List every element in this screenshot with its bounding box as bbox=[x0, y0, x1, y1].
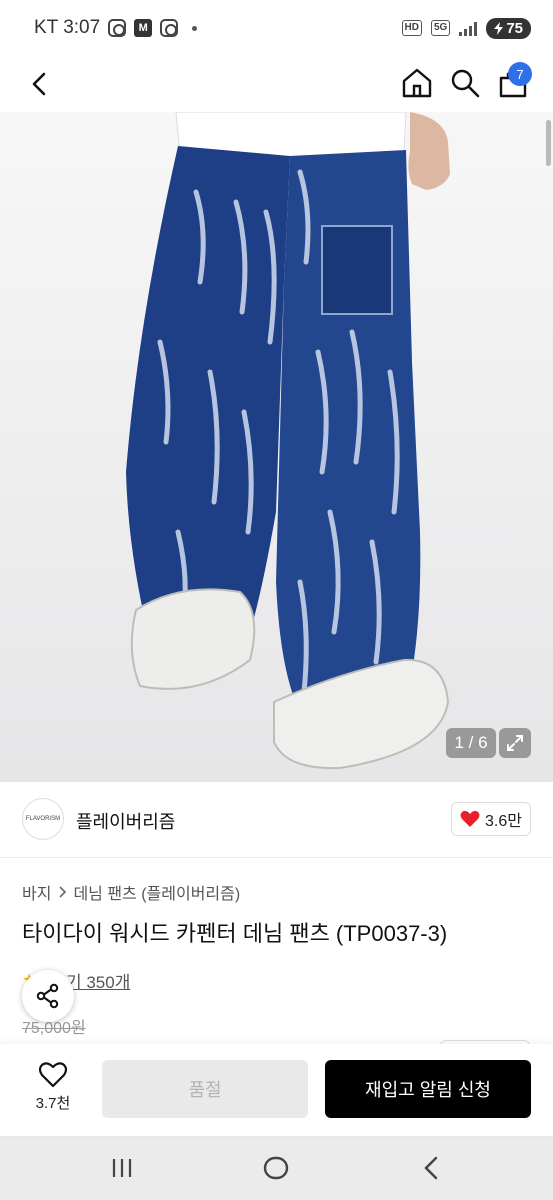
expand-button[interactable] bbox=[499, 728, 531, 758]
carrier-time: KT 3:07 bbox=[34, 17, 101, 38]
brand-row[interactable]: FLAVORISM 플레이버리즘 3.6만 bbox=[0, 782, 553, 858]
home-icon[interactable] bbox=[400, 66, 434, 100]
system-home-icon[interactable] bbox=[262, 1154, 290, 1182]
status-left: KT 3:07 M bbox=[34, 17, 198, 39]
bottom-action-bar: 3.7천 품절 재입고 알림 신청 bbox=[0, 1044, 553, 1136]
battery-level: 75 bbox=[506, 19, 523, 37]
status-right: HD 5G 75 bbox=[401, 17, 531, 39]
signal-icon bbox=[459, 20, 478, 36]
brand-name[interactable]: 플레이버리즘 bbox=[76, 808, 175, 834]
top-nav bbox=[0, 56, 553, 112]
brand-like-button[interactable]: 3.6만 bbox=[451, 802, 531, 836]
heart-filled-icon bbox=[460, 810, 480, 827]
share-button[interactable] bbox=[22, 970, 74, 1022]
expand-icon bbox=[507, 735, 523, 751]
product-image[interactable] bbox=[0, 112, 553, 782]
back-arrow-icon[interactable] bbox=[24, 68, 56, 100]
search-icon[interactable] bbox=[448, 66, 482, 100]
more-notifications-icon bbox=[192, 25, 198, 31]
system-back-icon[interactable] bbox=[418, 1154, 446, 1182]
wishlist-count: 3.7천 bbox=[35, 1095, 71, 1112]
system-nav-bar bbox=[0, 1136, 553, 1200]
share-icon bbox=[36, 983, 59, 1009]
instagram-icon-2 bbox=[160, 19, 179, 37]
status-bar: KT 3:07 M HD 5G 75 bbox=[0, 0, 553, 56]
product-title: 타이다이 워시드 카펜터 데님 팬츠 (TP0037-3) bbox=[22, 921, 448, 946]
battery-indicator: 75 bbox=[486, 17, 531, 39]
instagram-icon bbox=[108, 19, 127, 37]
scrollbar[interactable] bbox=[546, 120, 551, 166]
brand-logo[interactable]: FLAVORISM bbox=[22, 798, 64, 840]
breadcrumb-item-subcategory[interactable]: 데님 팬츠 (플레이버리즘) bbox=[73, 880, 240, 904]
breadcrumb: 바지 데님 팬츠 (플레이버리즘) bbox=[22, 880, 240, 904]
soldout-button[interactable]: 품절 bbox=[102, 1060, 308, 1118]
cart-count-badge: 7 bbox=[508, 62, 532, 86]
image-counter: 1 / 6 bbox=[446, 728, 496, 758]
charging-bolt-icon bbox=[494, 21, 504, 35]
wishlist-button[interactable]: 3.7천 bbox=[24, 1062, 82, 1118]
brand-like-count: 3.6만 bbox=[485, 813, 522, 830]
denim-pants-photo bbox=[0, 112, 553, 782]
breadcrumb-item-category[interactable]: 바지 bbox=[22, 880, 51, 904]
heart-outline-icon bbox=[39, 1062, 67, 1088]
network-5g-icon: 5G bbox=[430, 20, 451, 36]
restock-alert-button[interactable]: 재입고 알림 신청 bbox=[325, 1060, 531, 1118]
chevron-right-icon bbox=[59, 886, 67, 898]
recent-apps-icon[interactable] bbox=[108, 1156, 136, 1180]
hd-icon: HD bbox=[401, 20, 422, 36]
m-app-icon: M bbox=[134, 19, 153, 37]
